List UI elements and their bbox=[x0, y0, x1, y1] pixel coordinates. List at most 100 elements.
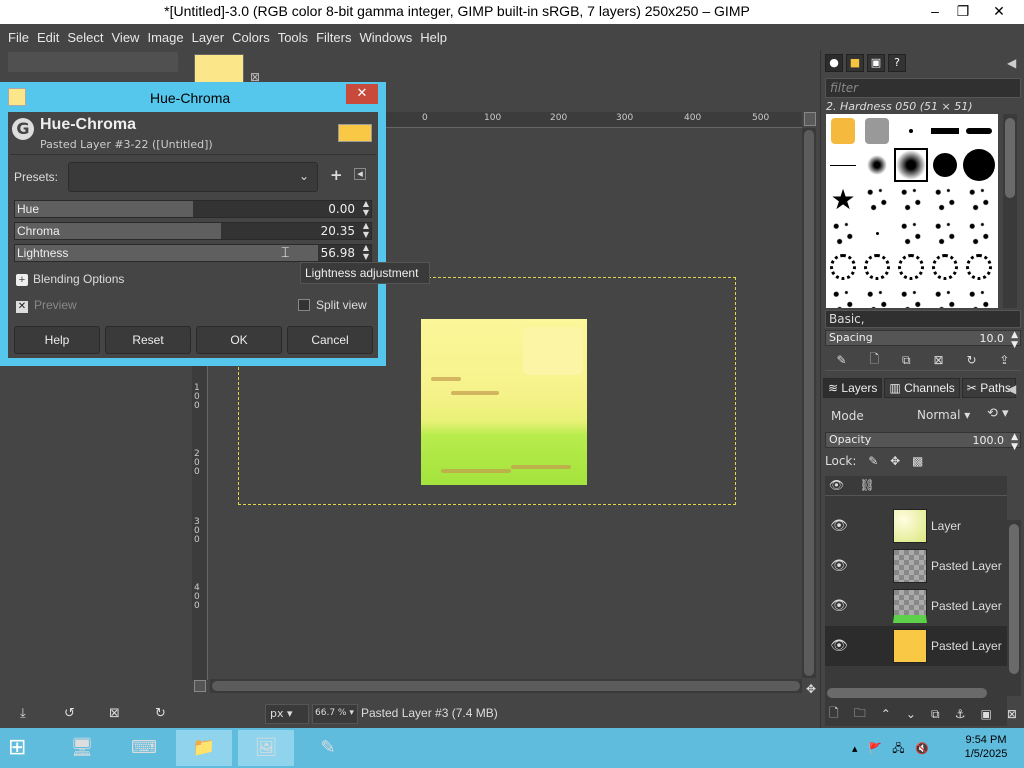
new-brush-icon[interactable]: 🗋 bbox=[869, 350, 879, 371]
spin-arrows-icon[interactable]: ▲ ▼ bbox=[363, 199, 369, 217]
brush-item[interactable] bbox=[826, 250, 860, 284]
brush-item[interactable] bbox=[894, 216, 928, 250]
tab-layers[interactable]: ≋ Layers bbox=[823, 378, 883, 398]
brush-item[interactable] bbox=[962, 284, 996, 308]
menu-tools[interactable]: Tools bbox=[278, 30, 308, 45]
dock-separator[interactable] bbox=[825, 370, 1021, 376]
canvas-horizontal-scrollbar[interactable] bbox=[210, 679, 802, 693]
layers-horizontal-scrollbar[interactable] bbox=[825, 686, 1007, 700]
layer-name[interactable]: Layer bbox=[931, 519, 961, 533]
visibility-eye-icon[interactable]: 👁 bbox=[825, 638, 853, 654]
dialog-close-button[interactable]: ✕ bbox=[346, 84, 378, 104]
switch-mode-icon[interactable]: ⟲ ▾ bbox=[987, 406, 1009, 421]
taskbar-clock[interactable]: 9:54 PM 1/5/2025 bbox=[956, 733, 1016, 761]
brush-item[interactable] bbox=[962, 182, 996, 216]
powershell-icon[interactable]: ⌨ bbox=[116, 730, 172, 766]
brush-item[interactable] bbox=[860, 114, 894, 148]
save-tool-preset-icon[interactable]: ⤓ bbox=[20, 706, 26, 721]
image-content[interactable] bbox=[421, 319, 587, 485]
unit-select[interactable]: px ▾ bbox=[265, 704, 309, 724]
menu-colors[interactable]: Colors bbox=[232, 30, 270, 45]
raise-layer-icon[interactable]: ⌃ bbox=[881, 707, 891, 721]
brush-item[interactable] bbox=[826, 216, 860, 250]
new-layer-icon[interactable]: 🗋 bbox=[829, 704, 839, 725]
canvas-vertical-scrollbar[interactable] bbox=[802, 128, 816, 678]
lock-pixels-icon[interactable]: ✎ bbox=[868, 454, 878, 468]
windows-start-icon[interactable]: ⊞ bbox=[8, 736, 34, 760]
duplicate-layer-icon[interactable]: ⧉ bbox=[931, 707, 940, 722]
spin-arrows-icon[interactable]: ▲ ▼ bbox=[1011, 330, 1018, 350]
system-tray[interactable]: ▴ 🚩 🖧 🔇 bbox=[852, 740, 929, 759]
menu-select[interactable]: Select bbox=[67, 30, 103, 45]
brush-item[interactable] bbox=[826, 114, 860, 148]
brush-item[interactable] bbox=[826, 148, 860, 182]
layer-row[interactable]: 👁 Pasted Layer bbox=[825, 546, 1007, 586]
layer-row-active[interactable]: 👁 Pasted Layer bbox=[825, 626, 1007, 666]
zoom-select[interactable]: 66.7 % ▾ bbox=[312, 704, 358, 724]
delete-icon[interactable]: ⊠ bbox=[109, 706, 120, 721]
menu-windows[interactable]: Windows bbox=[359, 30, 412, 45]
layer-row[interactable]: 👁 Pasted Layer bbox=[825, 586, 1007, 626]
chroma-slider[interactable]: Chroma 20.35 ▲ ▼ bbox=[14, 221, 372, 240]
tab-channels[interactable]: ▥ Channels bbox=[884, 378, 960, 398]
lock-alpha-icon[interactable]: ▩ bbox=[912, 454, 923, 468]
brush-item[interactable] bbox=[928, 148, 962, 182]
ok-button[interactable]: OK bbox=[196, 326, 282, 354]
maximize-button[interactable]: ❐ bbox=[946, 0, 980, 22]
brush-item[interactable] bbox=[962, 250, 996, 284]
anchor-layer-icon[interactable]: ⚓ bbox=[955, 707, 966, 721]
spin-arrows-icon[interactable]: ▲ ▼ bbox=[363, 221, 369, 239]
brush-item-selected[interactable] bbox=[894, 148, 928, 182]
presets-select[interactable]: ⌄ bbox=[68, 162, 318, 192]
brush-item[interactable] bbox=[928, 284, 962, 308]
visibility-eye-icon[interactable]: 👁 bbox=[825, 558, 853, 574]
brush-item[interactable] bbox=[860, 148, 894, 182]
configure-tab-icon[interactable]: ◀ bbox=[1007, 56, 1016, 70]
app-taskbar-icon[interactable]: ✎ bbox=[300, 730, 356, 766]
layer-name[interactable]: Pasted Layer bbox=[931, 599, 1002, 613]
ruler-corner[interactable] bbox=[804, 112, 816, 126]
brush-scrollbar[interactable] bbox=[1003, 114, 1017, 308]
brush-item[interactable] bbox=[894, 114, 928, 148]
mode-select[interactable]: Normal ▾ bbox=[913, 406, 983, 426]
configure-tab-icon[interactable]: ◀ bbox=[1007, 382, 1016, 396]
add-preset-icon[interactable]: + bbox=[330, 166, 343, 184]
mask-layer-icon[interactable]: ▣ bbox=[981, 707, 992, 721]
brush-item[interactable] bbox=[928, 250, 962, 284]
reset-button[interactable]: Reset bbox=[105, 326, 191, 354]
restore-icon[interactable]: ↺ bbox=[64, 706, 75, 721]
brush-item[interactable] bbox=[962, 114, 996, 148]
brush-item[interactable] bbox=[928, 114, 962, 148]
split-view-checkbox[interactable]: Split view bbox=[298, 298, 367, 312]
hue-slider[interactable]: Hue 0.00 ▲ ▼ bbox=[14, 199, 372, 218]
fonts-tab-icon[interactable]: ▣ bbox=[867, 54, 885, 72]
brush-item[interactable]: ★ bbox=[826, 182, 860, 216]
quick-mask-toggle[interactable] bbox=[194, 680, 206, 692]
presets-menu-icon[interactable]: ◂ bbox=[354, 168, 366, 180]
menu-help[interactable]: Help bbox=[420, 30, 447, 45]
visibility-eye-icon[interactable]: 👁 bbox=[825, 598, 853, 614]
cancel-button[interactable]: Cancel bbox=[287, 326, 373, 354]
image-tab-thumbnail[interactable] bbox=[194, 54, 244, 84]
menu-layer[interactable]: Layer bbox=[192, 30, 225, 45]
layers-vertical-scrollbar[interactable] bbox=[1007, 520, 1021, 696]
new-layer-group-icon[interactable]: 🗀 bbox=[854, 704, 866, 725]
layer-name[interactable]: Pasted Layer bbox=[931, 559, 1002, 573]
refresh-brushes-icon[interactable]: ↻ bbox=[966, 353, 976, 367]
brush-spacing-slider[interactable]: Spacing 10.0 ▲ ▼ bbox=[825, 330, 1021, 350]
gimp-taskbar-icon[interactable]: 🖼 bbox=[238, 730, 294, 766]
layer-row[interactable]: 👁 Layer bbox=[825, 506, 1007, 546]
delete-layer-icon[interactable]: ⊠ bbox=[1007, 707, 1017, 721]
brush-item[interactable] bbox=[860, 284, 894, 308]
help-button[interactable]: Help bbox=[14, 326, 100, 354]
lock-position-icon[interactable]: ✥ bbox=[890, 454, 900, 468]
menu-edit[interactable]: Edit bbox=[37, 30, 59, 45]
lightness-value[interactable]: 56.98 bbox=[321, 246, 355, 260]
menu-file[interactable]: File bbox=[8, 30, 29, 45]
brush-item[interactable] bbox=[860, 182, 894, 216]
menu-filters[interactable]: Filters bbox=[316, 30, 351, 45]
hue-value[interactable]: 0.00 bbox=[328, 202, 355, 216]
spin-arrows-icon[interactable]: ▲ ▼ bbox=[363, 243, 369, 261]
brush-item[interactable] bbox=[894, 284, 928, 308]
blending-options-expander[interactable]: + Blending Options bbox=[16, 272, 124, 286]
